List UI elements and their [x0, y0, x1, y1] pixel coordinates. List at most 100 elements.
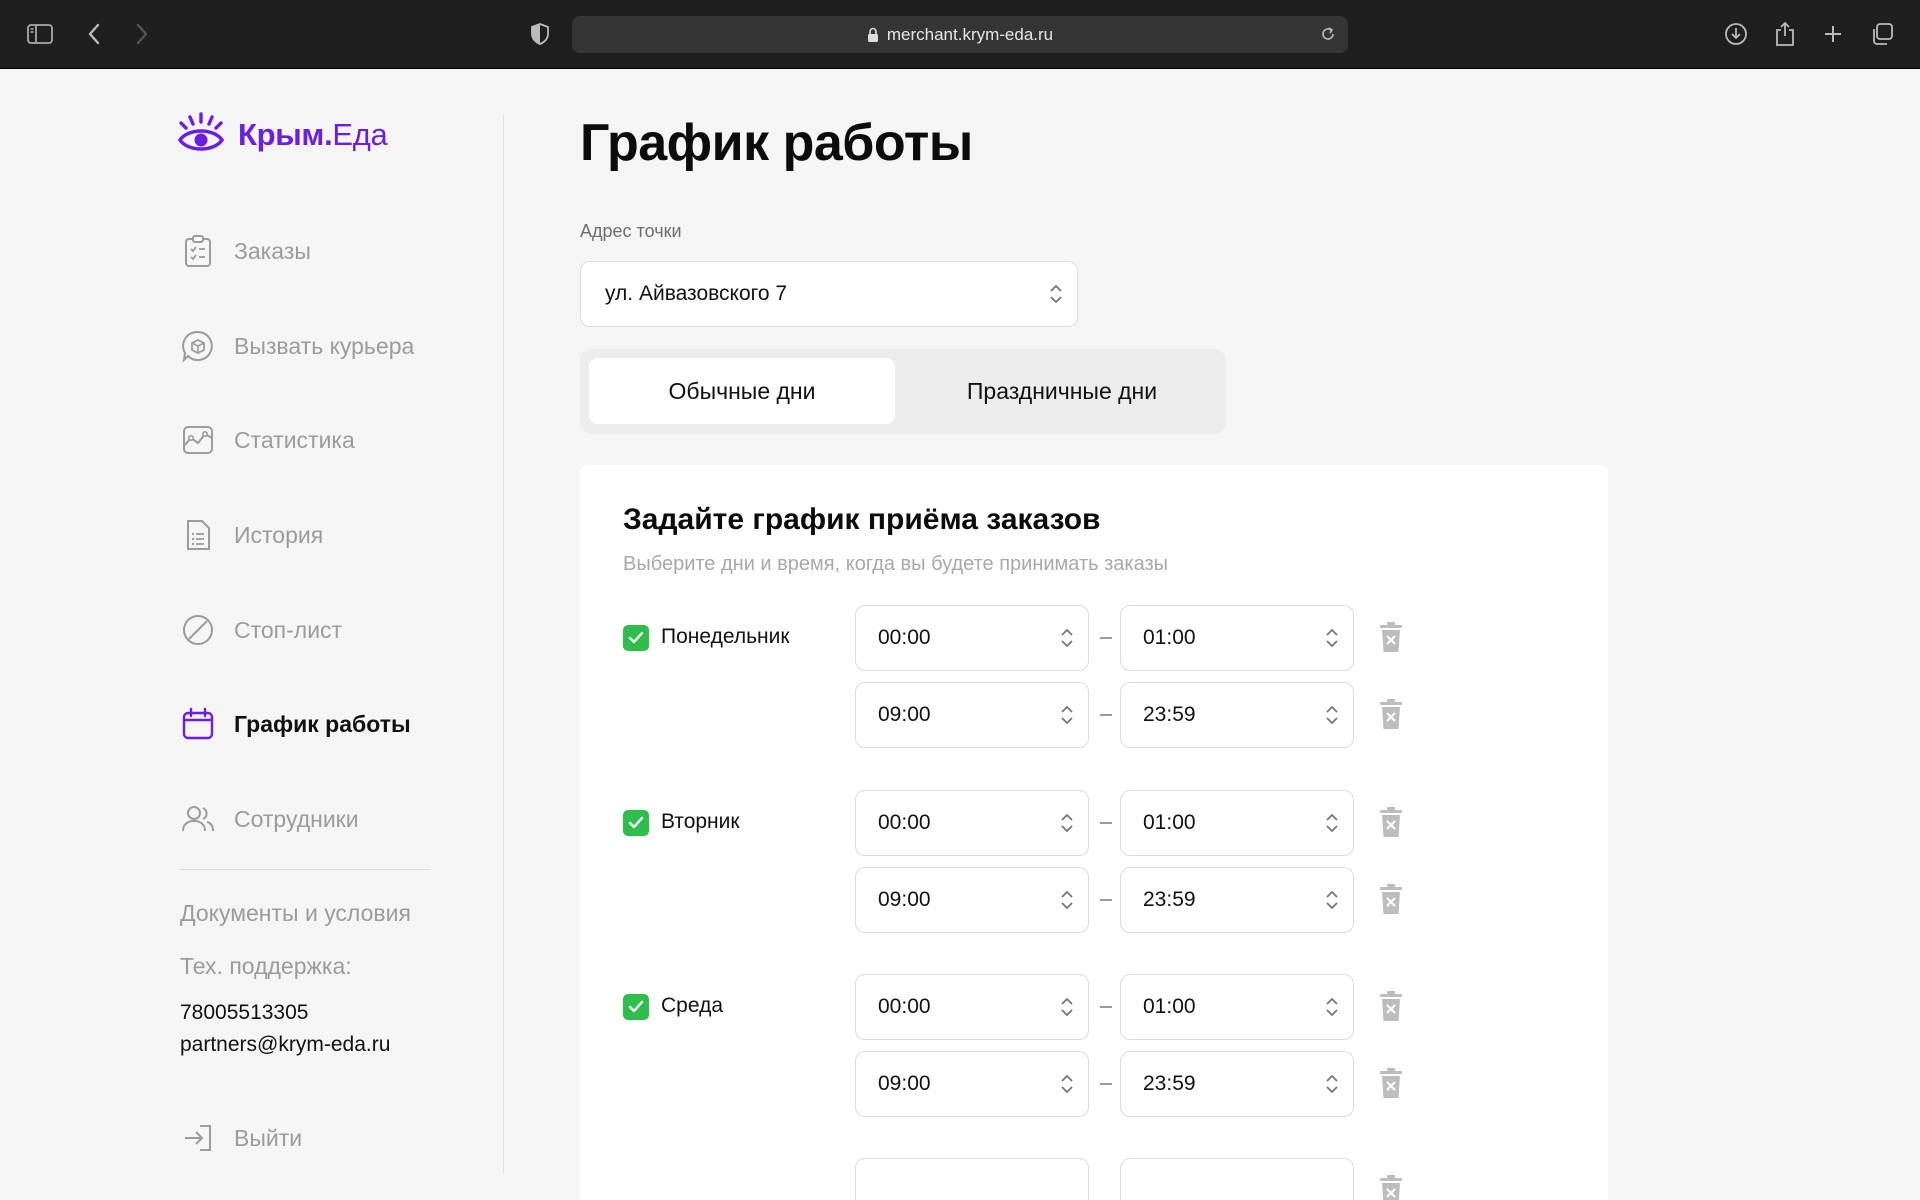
- brand-logo[interactable]: Крым.Еда: [177, 111, 388, 159]
- chevron-up-down-icon: [1325, 995, 1339, 1025]
- time-from-select[interactable]: 09:00: [855, 682, 1089, 748]
- statistics-icon: [178, 420, 218, 460]
- trash-icon: [1380, 884, 1402, 914]
- time-from-select[interactable]: 00:00: [855, 974, 1089, 1040]
- sidebar-item-label: Вызвать курьера: [234, 332, 415, 359]
- trash-icon: [1380, 1068, 1402, 1098]
- time-to-select[interactable]: 01:00: [1120, 605, 1354, 671]
- chevron-up-down-icon: [1060, 703, 1074, 733]
- sidebar-border: [503, 114, 504, 1174]
- reload-icon[interactable]: [1316, 22, 1340, 46]
- sidebar-item-label: История: [234, 521, 324, 548]
- delete-interval-button[interactable]: [1375, 1173, 1407, 1200]
- time-range-separator: [1100, 1083, 1112, 1085]
- time-to-select[interactable]: [1120, 1158, 1354, 1200]
- sidebar-item-staff[interactable]: Сотрудники: [178, 794, 488, 844]
- sidebar-toggle-icon[interactable]: [24, 18, 56, 50]
- downloads-icon[interactable]: [1720, 18, 1752, 50]
- address-label: Адрес точки: [580, 221, 682, 241]
- sidebar-item-label: Заказы: [234, 237, 311, 264]
- chevron-up-down-icon: [1060, 888, 1074, 918]
- logout-icon: [178, 1118, 218, 1158]
- time-to-select[interactable]: 23:59: [1120, 867, 1354, 933]
- logout-label: Выйти: [234, 1124, 303, 1151]
- time-value: 00:00: [878, 811, 931, 834]
- delete-interval-button[interactable]: [1375, 989, 1407, 1025]
- trash-icon: [1380, 622, 1402, 652]
- time-from-select[interactable]: 00:00: [855, 605, 1089, 671]
- delete-interval-button[interactable]: [1375, 805, 1407, 841]
- clipboard-list-icon: [178, 231, 218, 271]
- time-value: 09:00: [878, 888, 931, 911]
- sidebar-item-orders[interactable]: Заказы: [178, 226, 488, 276]
- time-value: 09:00: [878, 1072, 931, 1095]
- time-range-separator: [1100, 714, 1112, 716]
- support-label: Тех. поддержка:: [180, 953, 352, 979]
- day-checkbox[interactable]: [623, 810, 649, 836]
- lock-icon: [867, 27, 879, 43]
- check-icon: [628, 631, 644, 644]
- chevron-up-down-icon: [1049, 282, 1063, 312]
- day-checkbox[interactable]: [623, 994, 649, 1020]
- new-tab-icon[interactable]: [1817, 18, 1849, 50]
- tab-holidays[interactable]: Праздничные дни: [907, 358, 1217, 424]
- logout-button[interactable]: Выйти: [178, 1113, 488, 1163]
- documents-link[interactable]: Документы и условия: [180, 900, 411, 927]
- time-to-select[interactable]: 23:59: [1120, 682, 1354, 748]
- tab-overview-icon[interactable]: [1866, 18, 1898, 50]
- day-type-tabs: Обычные дни Праздничные дни: [580, 349, 1226, 434]
- time-to-select[interactable]: 01:00: [1120, 790, 1354, 856]
- chevron-up-down-icon: [1325, 811, 1339, 841]
- trash-icon: [1380, 1175, 1402, 1200]
- sidebar-item-stop-list[interactable]: Стоп-лист: [178, 605, 488, 655]
- time-from-select[interactable]: [855, 1158, 1089, 1200]
- time-range-separator: [1100, 637, 1112, 639]
- time-range-separator: [1100, 1006, 1112, 1008]
- sidebar-item-history[interactable]: История: [178, 510, 488, 560]
- time-from-select[interactable]: 00:00: [855, 790, 1089, 856]
- tab-regular-days[interactable]: Обычные дни: [589, 358, 895, 424]
- delete-interval-button[interactable]: [1375, 882, 1407, 918]
- time-range-separator: [1100, 899, 1112, 901]
- delete-interval-button[interactable]: [1375, 620, 1407, 656]
- time-value: 23:59: [1143, 888, 1196, 911]
- time-value: 01:00: [1143, 811, 1196, 834]
- card-subtitle: Выберите дни и время, когда вы будете пр…: [623, 553, 1169, 575]
- sidebar-divider: [180, 869, 431, 870]
- brand-name: Крым.Еда: [238, 117, 388, 152]
- back-icon[interactable]: [78, 18, 110, 50]
- privacy-shield-icon[interactable]: [524, 18, 556, 50]
- sidebar-item-label: График работы: [234, 710, 411, 737]
- support-email[interactable]: partners@krym-eda.ru: [180, 1033, 390, 1057]
- time-from-select[interactable]: 09:00: [855, 1051, 1089, 1117]
- sidebar-item-call-courier[interactable]: Вызвать курьера: [178, 321, 488, 371]
- time-to-select[interactable]: 01:00: [1120, 974, 1354, 1040]
- sidebar-item-label: Сотрудники: [234, 805, 359, 832]
- check-icon: [628, 816, 644, 829]
- address-select[interactable]: ул. Айвазовского 7: [580, 261, 1078, 327]
- chevron-up-down-icon: [1325, 888, 1339, 918]
- sidebar-item-schedule[interactable]: График работы: [178, 699, 488, 749]
- time-range-separator: [1100, 822, 1112, 824]
- share-icon[interactable]: [1769, 18, 1801, 50]
- sidebar-item-statistics[interactable]: Статистика: [178, 415, 488, 465]
- sidebar: Крым.Еда Заказы Вызвать курьера Статисти…: [0, 69, 504, 1200]
- page-title: График работы: [580, 114, 973, 172]
- time-to-select[interactable]: 23:59: [1120, 1051, 1354, 1117]
- card-title: Задайте график приёма заказов: [623, 503, 1101, 536]
- time-from-select[interactable]: 09:00: [855, 867, 1089, 933]
- delete-interval-button[interactable]: [1375, 697, 1407, 733]
- forward-icon[interactable]: [126, 18, 158, 50]
- merchant-page: Крым.Еда Заказы Вызвать курьера Статисти…: [0, 69, 1920, 1200]
- day-checkbox[interactable]: [623, 625, 649, 651]
- document-list-icon: [178, 515, 218, 555]
- time-value: 23:59: [1143, 1072, 1196, 1095]
- eye-logo-icon: [177, 111, 225, 159]
- support-phone[interactable]: 78005513305: [180, 1001, 308, 1025]
- delete-interval-button[interactable]: [1375, 1066, 1407, 1102]
- schedule-card: Задайте график приёма заказов Выберите д…: [580, 465, 1608, 1200]
- browser-toolbar: merchant.krym-eda.ru: [0, 0, 1920, 69]
- calendar-icon: [178, 704, 218, 744]
- chevron-up-down-icon: [1325, 703, 1339, 733]
- address-bar[interactable]: merchant.krym-eda.ru: [572, 16, 1348, 53]
